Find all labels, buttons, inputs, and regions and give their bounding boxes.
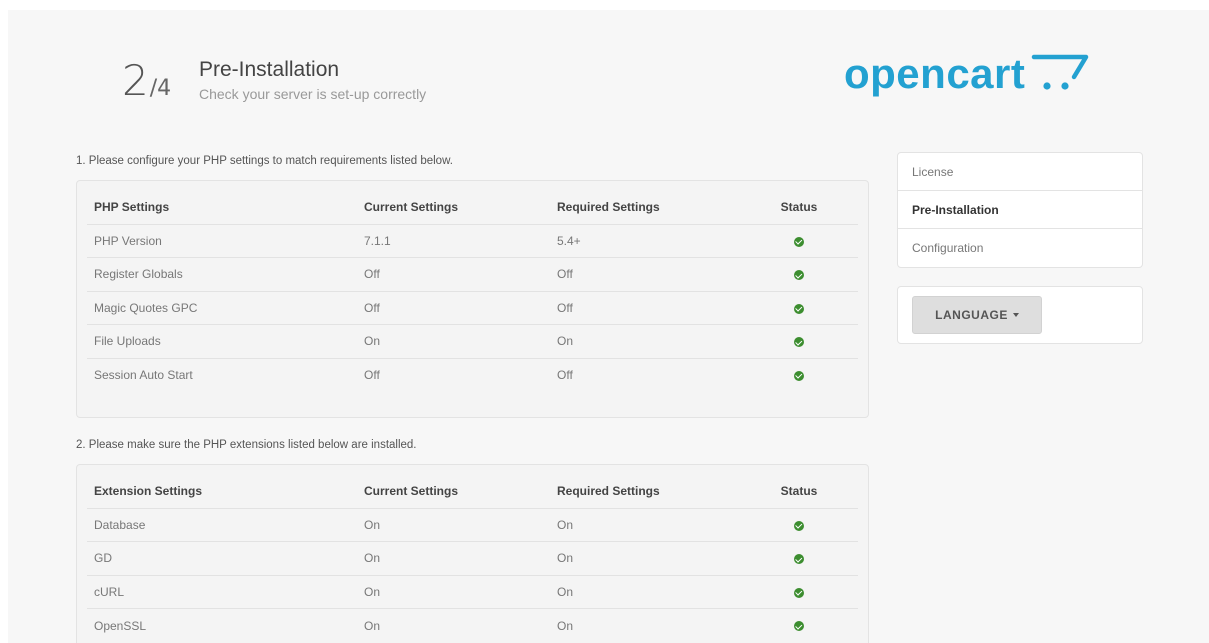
table-row: Register Globals Off Off xyxy=(87,257,858,291)
caret-down-icon xyxy=(1012,313,1019,317)
setting-name: Register Globals xyxy=(87,257,357,291)
table-row: File Uploads On On xyxy=(87,324,858,358)
check-circle-icon xyxy=(794,621,804,632)
table-row: Session Auto Start Off Off xyxy=(87,357,858,392)
check-circle-icon xyxy=(794,270,804,281)
php-extensions-table: Extension Settings Current Settings Requ… xyxy=(87,475,858,642)
check-circle-icon xyxy=(794,554,804,565)
logo-text: opencart xyxy=(844,50,1026,97)
language-panel: LANGUAGE xyxy=(897,286,1143,344)
php-settings-panel: PHP Settings Current Settings Required S… xyxy=(76,180,869,418)
required-setting: On xyxy=(550,507,740,542)
table-row: OpenSSL On On xyxy=(87,608,858,642)
table-row: GD On On xyxy=(87,541,858,575)
column-header: Status xyxy=(780,200,818,215)
current-setting: On xyxy=(357,541,550,575)
current-setting: On xyxy=(357,608,550,642)
nav-item-license[interactable]: License xyxy=(898,153,1142,191)
column-header: Required Settings xyxy=(557,200,660,215)
php-extensions-instruction: 2. Please make sure the PHP extensions l… xyxy=(76,439,417,451)
required-setting: Off xyxy=(550,290,740,325)
extension-name: OpenSSL xyxy=(87,608,357,642)
step-indicator: 2 /4 xyxy=(122,60,171,102)
check-circle-icon xyxy=(794,236,804,247)
php-extensions-panel: Extension Settings Current Settings Requ… xyxy=(76,464,869,643)
column-header: Extension Settings xyxy=(94,484,203,499)
required-setting: Off xyxy=(550,357,740,392)
current-setting: On xyxy=(357,507,550,542)
page-title: Pre-Installation xyxy=(199,58,340,81)
required-setting: Off xyxy=(550,257,740,291)
table-row: Magic Quotes GPC Off Off xyxy=(87,290,858,325)
check-circle-icon xyxy=(794,587,804,598)
setting-name: File Uploads xyxy=(87,324,357,358)
extension-name: GD xyxy=(87,541,357,575)
extension-name: Database xyxy=(87,507,357,542)
step-current: 2 xyxy=(122,56,149,105)
language-dropdown-button[interactable]: LANGUAGE xyxy=(912,296,1042,334)
installer-page: 2 /4 Pre-Installation Check your server … xyxy=(8,10,1209,643)
table-header-row: PHP Settings Current Settings Required S… xyxy=(87,191,858,224)
required-setting: 5.4+ xyxy=(550,223,740,258)
table-header-row: Extension Settings Current Settings Requ… xyxy=(87,475,858,508)
current-setting: 7.1.1 xyxy=(357,223,550,258)
column-header: Required Settings xyxy=(557,484,660,499)
setting-name: Session Auto Start xyxy=(87,357,357,392)
nav-item-configuration[interactable]: Configuration xyxy=(898,229,1142,267)
cart-icon xyxy=(1032,54,1089,90)
title-block: Pre-Installation Check your server is se… xyxy=(199,58,426,102)
check-circle-icon xyxy=(794,520,804,531)
required-setting: On xyxy=(550,541,740,575)
check-circle-icon xyxy=(794,370,804,381)
php-settings-instruction: 1. Please configure your PHP settings to… xyxy=(76,155,453,167)
required-setting: On xyxy=(550,574,740,609)
table-row: cURL On On xyxy=(87,574,858,609)
column-header: Status xyxy=(780,484,818,499)
php-settings-table: PHP Settings Current Settings Required S… xyxy=(87,191,858,392)
column-header: PHP Settings xyxy=(94,200,170,215)
current-setting: Off xyxy=(357,257,550,291)
setting-name: PHP Version xyxy=(87,223,357,258)
step-total: /4 xyxy=(149,76,172,101)
required-setting: On xyxy=(550,608,740,642)
language-button-label: LANGUAGE xyxy=(935,308,1008,322)
column-header: Current Settings xyxy=(364,484,459,499)
current-setting: Off xyxy=(357,357,550,392)
opencart-logo: opencart xyxy=(844,50,1089,98)
nav-item-pre-installation[interactable]: Pre-Installation xyxy=(898,191,1142,229)
check-circle-icon xyxy=(794,303,804,314)
current-setting: On xyxy=(357,324,550,358)
install-steps-nav: License Pre-Installation Configuration xyxy=(897,152,1143,268)
extension-name: cURL xyxy=(87,574,357,609)
table-row: Database On On xyxy=(87,507,858,542)
current-setting: Off xyxy=(357,290,550,325)
required-setting: On xyxy=(550,324,740,358)
page-subtitle: Check your server is set-up correctly xyxy=(199,86,427,102)
check-circle-icon xyxy=(794,337,804,348)
setting-name: Magic Quotes GPC xyxy=(87,290,357,325)
column-header: Current Settings xyxy=(364,200,459,215)
table-row: PHP Version 7.1.1 5.4+ xyxy=(87,223,858,258)
current-setting: On xyxy=(357,574,550,609)
